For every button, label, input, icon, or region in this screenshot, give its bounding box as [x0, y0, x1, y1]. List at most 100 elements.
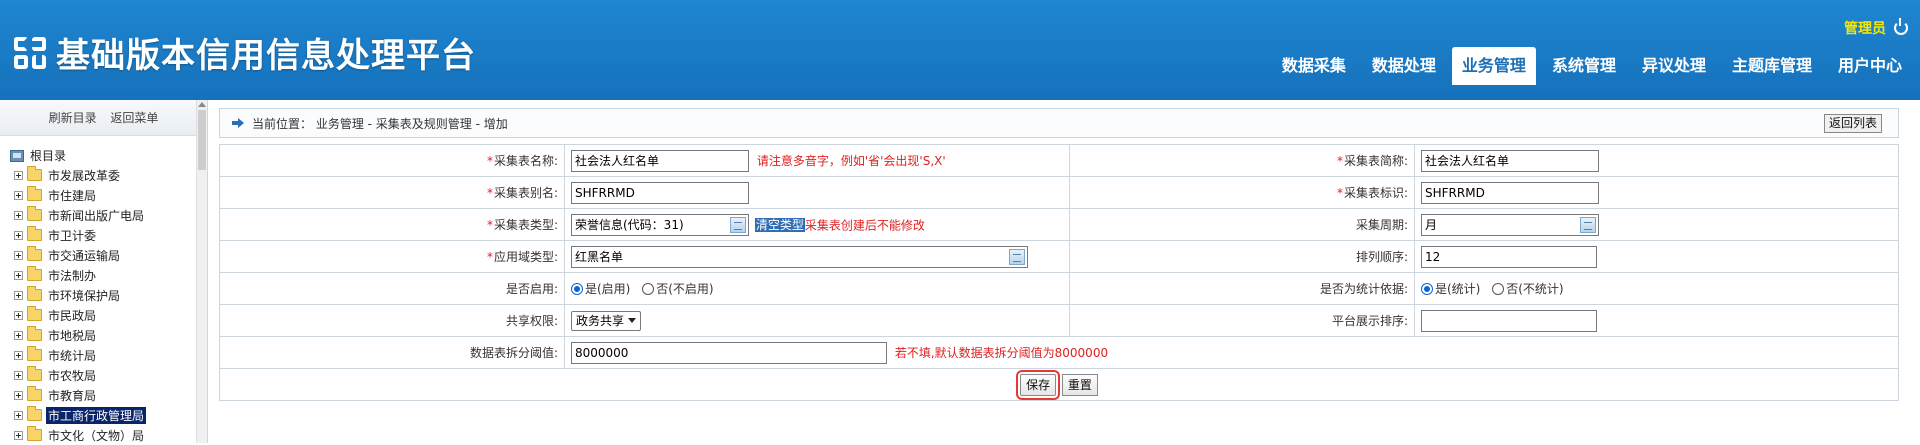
expand-icon[interactable]: [14, 230, 23, 240]
type-picker[interactable]: 荣誉信息(代码：31): [571, 213, 749, 236]
tree-node[interactable]: 市文化（文物）局: [10, 425, 195, 445]
tree-node[interactable]: 市发展改革委: [10, 165, 195, 185]
table-name-cell: 社会法人红名单 请注意多音字，例如'省'会出现'S,X': [564, 144, 1070, 177]
tree-node-label[interactable]: 市住建局: [46, 187, 98, 204]
tree-node-label[interactable]: 市环境保护局: [46, 287, 122, 304]
actions-row: 保存 重置: [219, 368, 1899, 401]
picker-icon[interactable]: [1009, 248, 1025, 265]
domain-picker-value: 红黑名单: [575, 249, 624, 264]
short-name-input[interactable]: 社会法人红名单: [1421, 149, 1599, 172]
tree-node[interactable]: 市卫计委: [10, 225, 195, 245]
tree-node-label[interactable]: 市农牧局: [46, 367, 98, 384]
expand-icon[interactable]: [14, 250, 23, 260]
label-text: 采集表类型:: [493, 218, 558, 232]
tree-node[interactable]: 市法制办: [10, 265, 195, 285]
logo-icon: [12, 34, 50, 72]
nav-topic-library[interactable]: 主题库管理: [1722, 47, 1822, 85]
tree-node-label[interactable]: 市新闻出版广电局: [46, 207, 146, 224]
tree-node[interactable]: 市住建局: [10, 185, 195, 205]
expand-icon[interactable]: [14, 330, 23, 340]
tree-node-label[interactable]: 市卫计委: [46, 227, 98, 244]
expand-icon[interactable]: [14, 310, 23, 320]
sidebar-scrollbar[interactable]: [196, 100, 207, 443]
enabled-yes-label[interactable]: 是(启用): [585, 282, 630, 296]
platform-order-input[interactable]: [1421, 309, 1597, 332]
domain-picker[interactable]: 红黑名单: [571, 245, 1028, 268]
expand-icon[interactable]: [14, 190, 23, 200]
form-actions: 保存 重置: [219, 368, 1899, 401]
tree-node[interactable]: 市统计局: [10, 345, 195, 365]
tree-node[interactable]: 市教育局: [10, 385, 195, 405]
folder-icon: [27, 366, 42, 381]
nav-user-center[interactable]: 用户中心: [1828, 47, 1912, 85]
back-to-menu-link[interactable]: 返回菜单: [110, 111, 158, 125]
scroll-up-icon[interactable]: [198, 102, 206, 107]
tree-node-label[interactable]: 市民政局: [46, 307, 98, 324]
reset-button[interactable]: 重置: [1061, 373, 1098, 396]
expand-icon[interactable]: [14, 210, 23, 220]
tree-node-label[interactable]: 市法制办: [46, 267, 98, 284]
enabled-no-label[interactable]: 否(不启用): [656, 282, 713, 296]
order-input[interactable]: 12: [1421, 245, 1597, 268]
power-icon[interactable]: [1894, 18, 1908, 35]
back-to-list-button[interactable]: 返回列表: [1823, 114, 1882, 133]
tree-node-selected[interactable]: 市工商行政管理局: [10, 405, 195, 425]
expand-icon[interactable]: [14, 170, 23, 180]
stat-no-label[interactable]: 否(不统计): [1506, 282, 1563, 296]
nav-data-processing[interactable]: 数据处理: [1362, 47, 1446, 85]
refresh-directory-link[interactable]: 刷新目录: [49, 111, 97, 125]
folder-icon: [27, 226, 42, 241]
nav-data-collection[interactable]: 数据采集: [1272, 47, 1356, 85]
chevron-down-icon: [628, 318, 637, 323]
folder-icon: [27, 346, 42, 361]
alias-input[interactable]: SHFRRMD: [571, 181, 749, 204]
expand-icon[interactable]: [14, 410, 23, 420]
stat-yes-radio[interactable]: [1421, 282, 1433, 295]
identifier-label: *采集表标识:: [1069, 176, 1415, 209]
stat-yes-label[interactable]: 是(统计): [1435, 282, 1480, 296]
short-name-cell: 社会法人红名单: [1414, 144, 1899, 177]
tree-node-label[interactable]: 市发展改革委: [46, 167, 122, 184]
enabled-no-radio[interactable]: [642, 282, 655, 295]
split-threshold-input[interactable]: 8000000: [571, 341, 887, 364]
tree-node-label[interactable]: 市统计局: [46, 347, 98, 364]
scroll-thumb[interactable]: [198, 110, 206, 170]
nav-system-management[interactable]: 系统管理: [1542, 47, 1626, 85]
tree-node[interactable]: 市农牧局: [10, 365, 195, 385]
tree-node[interactable]: 市交通运输局: [10, 245, 195, 265]
identifier-input[interactable]: SHFRRMD: [1421, 181, 1599, 204]
user-name[interactable]: 管理员: [1844, 18, 1886, 38]
tree-node[interactable]: 市民政局: [10, 305, 195, 325]
expand-icon[interactable]: [14, 430, 23, 440]
nav-objection-handling[interactable]: 异议处理: [1632, 47, 1716, 85]
expand-icon[interactable]: [14, 370, 23, 380]
nav-business-management[interactable]: 业务管理: [1451, 47, 1536, 85]
form-row: *应用域类型: 红黑名单 排列顺序: 12: [219, 240, 1899, 273]
enabled-yes-radio[interactable]: [571, 282, 583, 295]
expand-icon[interactable]: [14, 350, 23, 360]
period-picker[interactable]: 月: [1421, 213, 1599, 236]
tree-node-label[interactable]: 市工商行政管理局: [46, 406, 147, 424]
expand-icon[interactable]: [14, 290, 23, 300]
tree-root-label: 根目录: [30, 149, 67, 163]
tree-root[interactable]: 根目录: [10, 147, 195, 165]
sidebar: 刷新目录 返回菜单 根目录 市发展改革委 市住建局 市新闻出版广电局 市卫计委 …: [0, 100, 208, 443]
folder-icon: [27, 266, 42, 281]
tree-node[interactable]: 市地税局: [10, 325, 195, 345]
save-button[interactable]: 保存: [1016, 369, 1061, 400]
expand-icon[interactable]: [14, 270, 23, 280]
label-text: 采集表名称:: [493, 154, 558, 168]
expand-icon[interactable]: [14, 390, 23, 400]
tree-node[interactable]: 市环境保护局: [10, 285, 195, 305]
clear-type-link[interactable]: 清空类型: [754, 218, 805, 232]
tree-node-label[interactable]: 市文化（文物）局: [46, 427, 146, 444]
picker-icon[interactable]: [730, 216, 746, 233]
tree-node-label[interactable]: 市教育局: [46, 387, 98, 404]
share-select[interactable]: 政务共享: [571, 310, 642, 331]
table-name-input[interactable]: 社会法人红名单: [571, 149, 749, 172]
tree-node-label[interactable]: 市交通运输局: [46, 247, 122, 264]
tree-node-label[interactable]: 市地税局: [46, 327, 98, 344]
picker-icon[interactable]: [1580, 216, 1596, 233]
stat-no-radio[interactable]: [1492, 282, 1505, 295]
tree-node[interactable]: 市新闻出版广电局: [10, 205, 195, 225]
